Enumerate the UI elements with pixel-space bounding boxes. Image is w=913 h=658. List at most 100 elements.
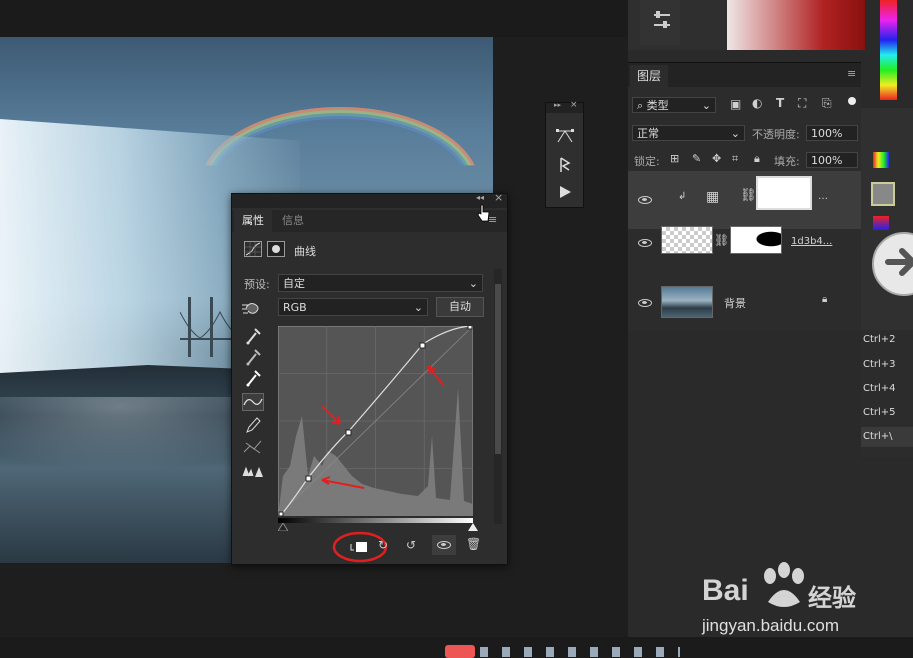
properties-title-bar[interactable]: ◂◂ × — [232, 191, 507, 208]
opacity-field[interactable]: 100% — [806, 125, 858, 141]
eye-icon[interactable] — [638, 196, 652, 204]
trash-icon[interactable]: 🗑︎ — [466, 537, 481, 551]
pencil-icon[interactable] — [242, 416, 264, 434]
more-icon: … — [818, 191, 828, 202]
layer-filter-value: 类型 — [646, 99, 669, 112]
search-icon: ⌕ — [637, 99, 644, 112]
layer-thumbnail[interactable] — [661, 286, 713, 318]
lock-label: 锁定: — [634, 155, 660, 168]
eyedropper-white-icon[interactable] — [242, 369, 264, 387]
black-point-slider[interactable] — [278, 523, 288, 531]
layer-row-background[interactable]: 背景 🔒︎ — [628, 281, 861, 331]
tray-icons — [480, 647, 680, 657]
swatches-icon[interactable] — [873, 152, 889, 168]
preset-value: 自定 — [283, 277, 305, 290]
eye-icon — [437, 541, 451, 549]
swatch-mini-panel — [861, 108, 913, 330]
opacity-value: 100% — [811, 127, 843, 140]
auto-button[interactable]: 自动 — [436, 297, 484, 317]
panel-menu-icon[interactable]: ≡ — [847, 67, 856, 80]
tab-info[interactable]: 信息 — [274, 210, 312, 232]
app-icon[interactable] — [445, 645, 475, 658]
layers-panel-header: 图层 ≡ — [628, 63, 861, 87]
tab-properties[interactable]: 属性 — [234, 210, 272, 232]
visibility-button[interactable] — [432, 535, 456, 555]
channel-value: RGB — [283, 301, 307, 314]
tab-layers[interactable]: 图层 — [630, 65, 668, 87]
smooth-curve-icon[interactable] — [242, 438, 264, 456]
curves-graph[interactable] — [277, 324, 474, 517]
lock-transparent-icon[interactable]: ⊞ — [670, 152, 679, 165]
collapse-icon[interactable]: ◂◂ — [476, 193, 484, 202]
cursor-hand-icon — [477, 204, 490, 222]
layer-thumbnail[interactable] — [661, 226, 713, 254]
shortcut-label[interactable]: Ctrl+5 — [861, 403, 913, 423]
preset-select[interactable]: 自定 ⌄ — [278, 274, 483, 292]
layer-name: 背景 — [724, 297, 746, 310]
on-image-adjust-icon[interactable] — [242, 299, 264, 317]
adjustments-mini-panel — [640, 0, 680, 45]
hue-slider[interactable] — [880, 0, 897, 100]
close-icon[interactable]: × — [494, 191, 503, 204]
adjustment-title: 曲线 — [294, 245, 316, 258]
curves-adjustment-icon[interactable] — [244, 241, 262, 257]
lock-artboard-icon[interactable]: ⌗ — [732, 152, 738, 166]
collapse-icon[interactable]: ▸▸ — [554, 101, 561, 109]
opacity-label: 不透明度: — [752, 128, 800, 141]
properties-scrollbar[interactable] — [494, 269, 502, 524]
shortcut-label[interactable]: Ctrl+\ — [861, 427, 913, 447]
curve-wave-icon — [243, 398, 263, 406]
filter-smart-icon[interactable]: ⎘ — [822, 96, 832, 111]
eyedropper-gray-icon[interactable] — [242, 348, 264, 366]
layer-filter-select[interactable]: ⌕ 类型 ⌄ — [632, 97, 716, 113]
filter-type-icon[interactable]: T — [776, 96, 784, 110]
white-point-slider[interactable] — [468, 523, 478, 531]
shortcut-label[interactable]: Ctrl+3 — [861, 355, 913, 375]
filter-shape-icon[interactable]: ⛶ — [798, 96, 806, 111]
properties-panel: ◂◂ × 属性 信息 ≡ 曲线 预设: 自定 ⌄ RGB ⌄ 自动 ↻ ↺ 🗑︎ — [231, 191, 508, 565]
pen-path-icon[interactable] — [555, 128, 575, 144]
gradient-icon[interactable] — [873, 216, 889, 230]
blend-mode-select[interactable]: 正常 ⌄ — [632, 125, 745, 141]
layer-name[interactable]: 1d3b4... — [791, 236, 832, 247]
fill-value: 100% — [811, 154, 843, 167]
layer-mask-thumbnail[interactable] — [730, 226, 782, 254]
eyedropper-black-icon[interactable] — [242, 327, 264, 345]
filter-toggle-icon[interactable] — [848, 97, 856, 105]
lock-position-icon[interactable]: ✥ — [712, 152, 721, 165]
link-icon[interactable]: ⛓ — [740, 188, 757, 203]
eye-icon[interactable] — [638, 239, 652, 247]
clip-arrow-icon: ↲ — [678, 191, 687, 202]
layers-panel: 图层 ≡ ⌕ 类型 ⌄ ▣ ◐ T ⛶ ⎘ 正常 ⌄ 不透明度: 100% 锁定… — [628, 62, 861, 331]
layer-row-image[interactable]: ⛓ 1d3b4... — [628, 221, 861, 279]
view-previous-icon[interactable]: ↻ — [378, 538, 388, 552]
blend-mode-value: 正常 — [637, 127, 659, 140]
transform-path-icon[interactable] — [557, 156, 573, 174]
eye-icon[interactable] — [638, 299, 652, 307]
layer-mask-thumbnail[interactable] — [756, 176, 812, 210]
filter-pixel-icon[interactable]: ▣ — [730, 97, 741, 111]
sliders-icon[interactable] — [652, 10, 672, 32]
filter-adjustment-icon[interactable]: ◐ — [752, 96, 762, 110]
reset-icon[interactable]: ↺ — [406, 538, 416, 552]
lock-all-icon[interactable]: 🔒︎ — [754, 152, 760, 166]
play-icon[interactable] — [558, 185, 572, 199]
fill-field[interactable]: 100% — [806, 152, 858, 168]
style-icon[interactable] — [871, 182, 895, 206]
scrollbar-thumb[interactable] — [495, 284, 501, 454]
curve-point-tool[interactable] — [242, 393, 264, 411]
next-arrow-button[interactable] — [872, 232, 913, 296]
color-picker-field[interactable] — [727, 0, 865, 50]
channels-shortcut-strip: Ctrl+2 Ctrl+3 Ctrl+4 Ctrl+5 Ctrl+\ — [861, 330, 913, 458]
mask-icon[interactable] — [267, 241, 285, 257]
lock-icon[interactable]: 🔒︎ — [822, 294, 827, 305]
channel-select[interactable]: RGB ⌄ — [278, 298, 428, 316]
shortcut-label[interactable]: Ctrl+4 — [861, 379, 913, 399]
close-icon[interactable]: × — [570, 100, 578, 110]
paw-logo-icon — [764, 562, 804, 607]
lock-image-icon[interactable]: ✎ — [692, 152, 701, 165]
link-icon[interactable]: ⛓ — [714, 233, 729, 247]
shortcut-label[interactable]: Ctrl+2 — [861, 330, 913, 350]
baidu-watermark: Bai 经验 jingyan.baidu.com — [702, 556, 882, 646]
clipping-warning-icon[interactable] — [242, 462, 264, 480]
